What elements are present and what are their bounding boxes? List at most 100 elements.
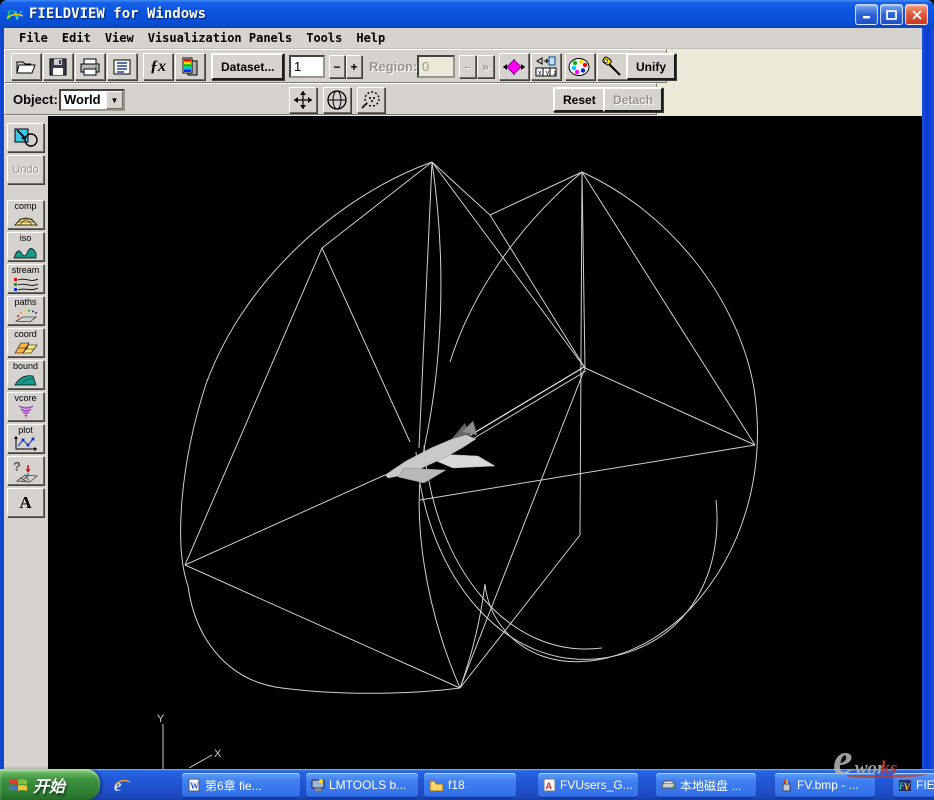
close-button[interactable] <box>905 4 928 25</box>
probe-button[interactable]: ? <box>7 456 44 485</box>
taskbar: 开始 e W 第6章 fie... LMTOOLS b... f18 A FVU… <box>0 769 934 800</box>
taskbar-item-fv-bmp[interactable]: FV.bmp - ... <box>775 773 875 797</box>
taskbar-item-lmtools[interactable]: LMTOOLS b... <box>306 773 418 797</box>
unify-button-label: Unify <box>636 59 666 74</box>
reset-button-label: Reset <box>563 92 596 107</box>
print-button[interactable] <box>75 53 105 80</box>
windows-flag-icon <box>9 778 27 791</box>
fieldview-window: F V FIELDVIEW for Windows File Edit View… <box>0 0 934 800</box>
list-icon <box>113 59 131 74</box>
plus-icon: + <box>350 59 358 74</box>
undo-button[interactable]: Undo <box>7 155 44 184</box>
taskbar-item-fieldview[interactable]: F V FIE... <box>893 773 934 797</box>
pick-zoom-icon <box>14 128 38 147</box>
transform-controls-button[interactable] <box>499 53 529 80</box>
stream-label: stream <box>11 265 40 275</box>
function-button[interactable]: ƒx <box>143 53 173 80</box>
region-step-button-1[interactable]: -- <box>459 55 476 78</box>
menu-view[interactable]: View <box>98 29 141 47</box>
taskbar-item-label: 第6章 fie... <box>205 778 262 793</box>
vortex-cores-button[interactable]: vcore <box>7 392 44 421</box>
translate-mode-button[interactable] <box>289 87 317 113</box>
titlebar[interactable]: F V FIELDVIEW for Windows <box>0 0 934 28</box>
minimize-button[interactable] <box>855 4 878 25</box>
palette-icon <box>568 57 590 76</box>
globe-icon <box>327 90 347 110</box>
object-select[interactable]: World ▼ <box>59 89 125 111</box>
start-button[interactable]: 开始 <box>0 769 100 800</box>
object-select-value: World <box>64 92 101 107</box>
vortex-icon <box>18 404 33 418</box>
menu-visualization-panels[interactable]: Visualization Panels <box>141 29 300 47</box>
vcore-label: vcore <box>14 393 37 403</box>
coordinate-surface-button[interactable]: coord <box>7 328 44 357</box>
disk-drive-icon <box>661 780 676 789</box>
taskbar-item-label: 本地磁盘 ... <box>680 778 742 793</box>
aircraft-model <box>384 366 587 484</box>
svg-text:V: V <box>904 782 911 792</box>
menubar: File Edit View Visualization Panels Tool… <box>4 28 922 49</box>
sting-line-2 <box>470 370 587 441</box>
lighting-button[interactable] <box>597 53 627 80</box>
taskbar-item-local-disk[interactable]: 本地磁盘 ... <box>656 773 756 797</box>
annotation-button[interactable]: A <box>7 488 44 517</box>
menu-file[interactable]: File <box>12 29 55 47</box>
menu-edit[interactable]: Edit <box>55 29 98 47</box>
iso-surface-button[interactable]: iso <box>7 232 44 261</box>
comp-grid-icon <box>13 217 38 226</box>
taskbar-item-pdf[interactable]: A FVUsers_G... <box>538 773 638 797</box>
unify-button[interactable]: Unify <box>626 53 676 80</box>
plot-icon <box>13 436 37 451</box>
streamlines-button[interactable]: stream <box>7 264 44 293</box>
iso-label: iso <box>19 233 32 243</box>
colormap-button[interactable] <box>175 53 205 80</box>
toolbar-zone: ƒx Dataset... − + <box>4 49 922 116</box>
quick-launch-ie-icon[interactable]: e <box>112 775 132 795</box>
3d-scene[interactable]: Y X <box>48 116 922 769</box>
comp-label: comp <box>14 201 37 211</box>
detach-button[interactable]: Detach <box>603 87 664 112</box>
particle-paths-icon <box>14 309 37 322</box>
axis-triad: Y X <box>157 713 222 769</box>
region-number-input[interactable] <box>417 55 455 78</box>
sidebar: Undo comp iso stream paths coord bound v… <box>4 116 48 769</box>
xyz-sweep-icon: xyz <box>535 56 557 77</box>
dataset-sweep-button[interactable]: xyz <box>531 53 561 80</box>
taskbar-item-word[interactable]: W 第6章 fie... <box>182 773 300 797</box>
particle-paths-button[interactable]: paths <box>7 296 44 325</box>
open-button[interactable] <box>11 53 41 80</box>
coord-label: coord <box>14 329 37 339</box>
svg-text:A: A <box>546 781 553 791</box>
computational-surface-button[interactable]: comp <box>7 200 44 229</box>
boundary-surface-button[interactable]: bound <box>7 360 44 389</box>
axis-x-label: X <box>214 748 222 760</box>
chevron-down-icon[interactable]: ▼ <box>106 91 123 109</box>
dataset-number-input[interactable] <box>289 55 325 78</box>
graphics-viewport[interactable]: Y X <box>48 116 922 769</box>
zoom-mode-button[interactable] <box>357 87 385 113</box>
flashlight-icon <box>602 56 621 76</box>
coord-planes-icon <box>13 342 38 353</box>
reset-button[interactable]: Reset <box>553 87 606 112</box>
dataset-button[interactable]: Dataset... <box>211 53 285 80</box>
log-button[interactable] <box>107 53 137 80</box>
rotate-mode-button[interactable] <box>323 87 351 113</box>
menu-tools[interactable]: Tools <box>299 29 349 47</box>
printer-icon <box>80 58 100 75</box>
plot-button[interactable]: plot <box>7 424 44 453</box>
svg-text:e: e <box>114 776 122 795</box>
pick-tool-button[interactable] <box>7 123 44 152</box>
axis-y-label: Y <box>157 713 165 725</box>
save-button[interactable] <box>43 53 73 80</box>
fieldview-app-icon: F V <box>6 7 24 23</box>
taskbar-item-f18-folder[interactable]: f18 <box>424 773 516 797</box>
menu-help[interactable]: Help <box>349 29 392 47</box>
pdf-document-icon: A <box>543 778 556 792</box>
palette-button[interactable] <box>565 53 595 80</box>
dataset-increment-button[interactable]: + <box>346 55 362 78</box>
plot-label: plot <box>18 425 33 435</box>
maximize-button[interactable] <box>880 4 903 25</box>
open-folder-icon <box>16 61 36 73</box>
region-step-button-2[interactable]: » <box>477 55 494 78</box>
dataset-decrement-button[interactable]: − <box>329 55 345 78</box>
